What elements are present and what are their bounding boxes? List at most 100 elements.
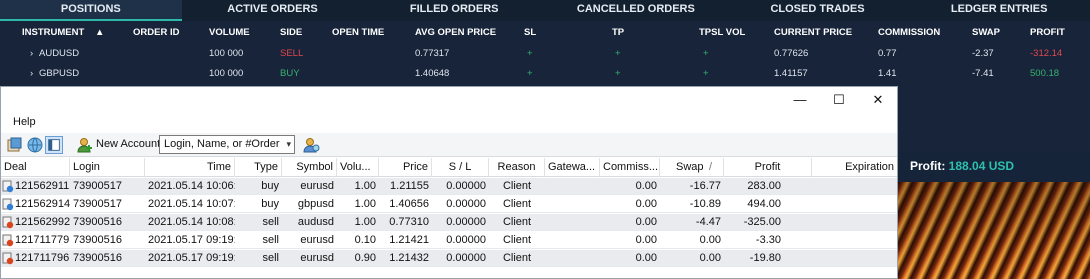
cell-reason: Client: [502, 216, 532, 228]
col-reason[interactable]: Reason: [489, 158, 545, 177]
col-swap-label: Swap: [676, 161, 704, 173]
col-expiration[interactable]: Expiration: [812, 158, 897, 177]
cell-expiration: [812, 178, 897, 195]
sort-ascending-icon: ▲: [95, 27, 105, 38]
cell-commission: 0.00: [635, 252, 657, 264]
position-row[interactable]: › GBPUSD 100 000 BUY 1.40648 + + + 1.411…: [0, 64, 1090, 84]
col-open-time[interactable]: OPEN TIME: [332, 21, 384, 45]
table-row[interactable]: 12171179673900516 2021.05.17 09:19:53 sell…: [1, 250, 897, 267]
col-tpsl-vol[interactable]: TPSL VOL: [699, 21, 745, 45]
col-swap[interactable]: SWAP: [972, 21, 1000, 45]
col-volume[interactable]: Volu...: [337, 158, 379, 177]
tab-closed-trades[interactable]: CLOSED TRADES: [727, 0, 909, 21]
position-row[interactable]: › AUDUSD 100 000 SELL 0.77317 + + + 0.77…: [0, 44, 1090, 64]
tpsl-add-icon[interactable]: +: [703, 64, 709, 84]
col-order-id[interactable]: ORDER ID: [133, 21, 179, 45]
cell-expiration: [812, 250, 897, 267]
tab-filled-orders[interactable]: FILLED ORDERS: [363, 0, 545, 21]
col-deal[interactable]: Deal: [1, 158, 70, 177]
table-row[interactable]: 12156291173900517 2021.05.14 10:06:57 buy e…: [1, 178, 897, 195]
table-row[interactable]: 12156291473900517 2021.05.14 10:07:01 buy g…: [1, 196, 897, 213]
title-bar[interactable]: — ☐ ✕: [1, 87, 897, 113]
col-profit[interactable]: Profit: [724, 158, 812, 177]
cell-price: 1.21155: [390, 180, 429, 192]
col-volume[interactable]: VOLUME: [209, 21, 250, 45]
manager-window: — ☐ ✕ Help New Account Login, Name, or #…: [0, 86, 898, 279]
tpsl-add-icon[interactable]: +: [703, 44, 709, 64]
cell-sl: 0.00000: [446, 216, 486, 228]
col-symbol[interactable]: Symbol: [282, 158, 337, 177]
globe-icon[interactable]: [26, 136, 44, 154]
col-commission[interactable]: Commiss...: [600, 158, 660, 177]
close-button[interactable]: ✕: [855, 87, 901, 113]
col-time[interactable]: Time: [145, 158, 235, 177]
expand-arrow-icon[interactable]: ›: [30, 44, 33, 64]
cell-time: 2021.05.14 10:07:01: [148, 198, 235, 210]
menu-bar: Help: [1, 113, 897, 133]
col-price[interactable]: Price: [379, 158, 432, 177]
col-current-price[interactable]: CURRENT PRICE: [774, 21, 852, 45]
commission: 1.41: [878, 68, 897, 79]
expand-arrow-icon[interactable]: ›: [30, 64, 33, 84]
cell-price: 0.77310: [389, 216, 429, 228]
tp-add-icon[interactable]: +: [615, 44, 621, 64]
cell-swap: 0.00: [699, 252, 721, 264]
current-price: 0.77626: [774, 48, 809, 59]
tab-cancelled-orders[interactable]: CANCELLED ORDERS: [545, 0, 727, 21]
col-instrument[interactable]: INSTRUMENT: [22, 21, 84, 45]
col-sl[interactable]: SL: [524, 21, 536, 45]
col-avg-open-price[interactable]: AVG OPEN PRICE: [415, 21, 496, 45]
swap: -2.37: [972, 48, 994, 59]
cell-sl: 0.00000: [446, 198, 486, 210]
current-price: 1.41157: [774, 68, 808, 79]
volume: 100 000: [209, 68, 244, 79]
side: SELL: [280, 48, 304, 59]
menu-help[interactable]: Help: [13, 116, 36, 128]
tab-active-orders[interactable]: ACTIVE ORDERS: [182, 0, 364, 21]
table-row[interactable]: 12171177973900516 2021.05.17 09:19:30 sell…: [1, 232, 897, 249]
layout-icon[interactable]: [45, 136, 63, 154]
avg-open-price: 1.40648: [415, 68, 450, 79]
cell-type: buy: [261, 198, 279, 210]
new-account-icon[interactable]: [76, 136, 94, 154]
cell-login: 73900516: [73, 216, 122, 228]
col-side[interactable]: SIDE: [280, 21, 302, 45]
decorative-shade: [898, 182, 1090, 279]
tp-add-icon[interactable]: +: [615, 64, 621, 84]
chevron-down-icon[interactable]: ▾: [286, 136, 291, 153]
profit: -312.14: [1030, 48, 1063, 59]
search-input[interactable]: Login, Name, or #Order ▾: [159, 135, 295, 154]
deal-tool-icon[interactable]: [6, 136, 24, 154]
user-settings-icon[interactable]: [303, 136, 321, 154]
cell-volume: 0.90: [354, 252, 376, 264]
col-commission[interactable]: COMMISSION: [878, 21, 940, 45]
col-login[interactable]: Login: [70, 158, 145, 177]
col-sl[interactable]: S / L: [432, 158, 489, 177]
col-profit[interactable]: PROFIT: [1030, 21, 1065, 45]
tab-ledger-entries[interactable]: LEDGER ENTRIES: [908, 0, 1090, 21]
sl-add-icon[interactable]: +: [527, 44, 533, 64]
cell-reason: Client: [502, 198, 532, 210]
cell-gateway: [545, 232, 600, 249]
tab-positions[interactable]: POSITIONS: [0, 0, 182, 21]
cell-deal-id: 121562911: [15, 180, 70, 192]
col-type[interactable]: Type: [235, 158, 282, 177]
col-gateway[interactable]: Gatewa...: [545, 158, 600, 177]
new-account-button[interactable]: New Account: [96, 138, 160, 150]
cell-login: 73900516: [73, 252, 122, 264]
cell-time: 2021.05.14 10:08:45: [148, 216, 235, 228]
cell-expiration: [812, 232, 897, 249]
profit: 500.18: [1030, 68, 1060, 79]
profit-label: Profit:: [910, 159, 946, 173]
cell-profit: -325.00: [743, 216, 781, 228]
cell-type: sell: [262, 216, 279, 228]
cell-reason: Client: [502, 180, 532, 192]
col-swap[interactable]: Swap /: [660, 158, 724, 177]
sl-add-icon[interactable]: +: [527, 64, 533, 84]
col-tp[interactable]: TP: [612, 21, 624, 45]
table-row[interactable]: 12156299273900516 2021.05.14 10:08:45 sell…: [1, 214, 897, 231]
cell-commission: 0.00: [635, 216, 657, 228]
swap: -7.41: [972, 68, 994, 79]
cell-sl: 0.00000: [446, 180, 486, 192]
cell-commission: 0.00: [635, 234, 657, 246]
